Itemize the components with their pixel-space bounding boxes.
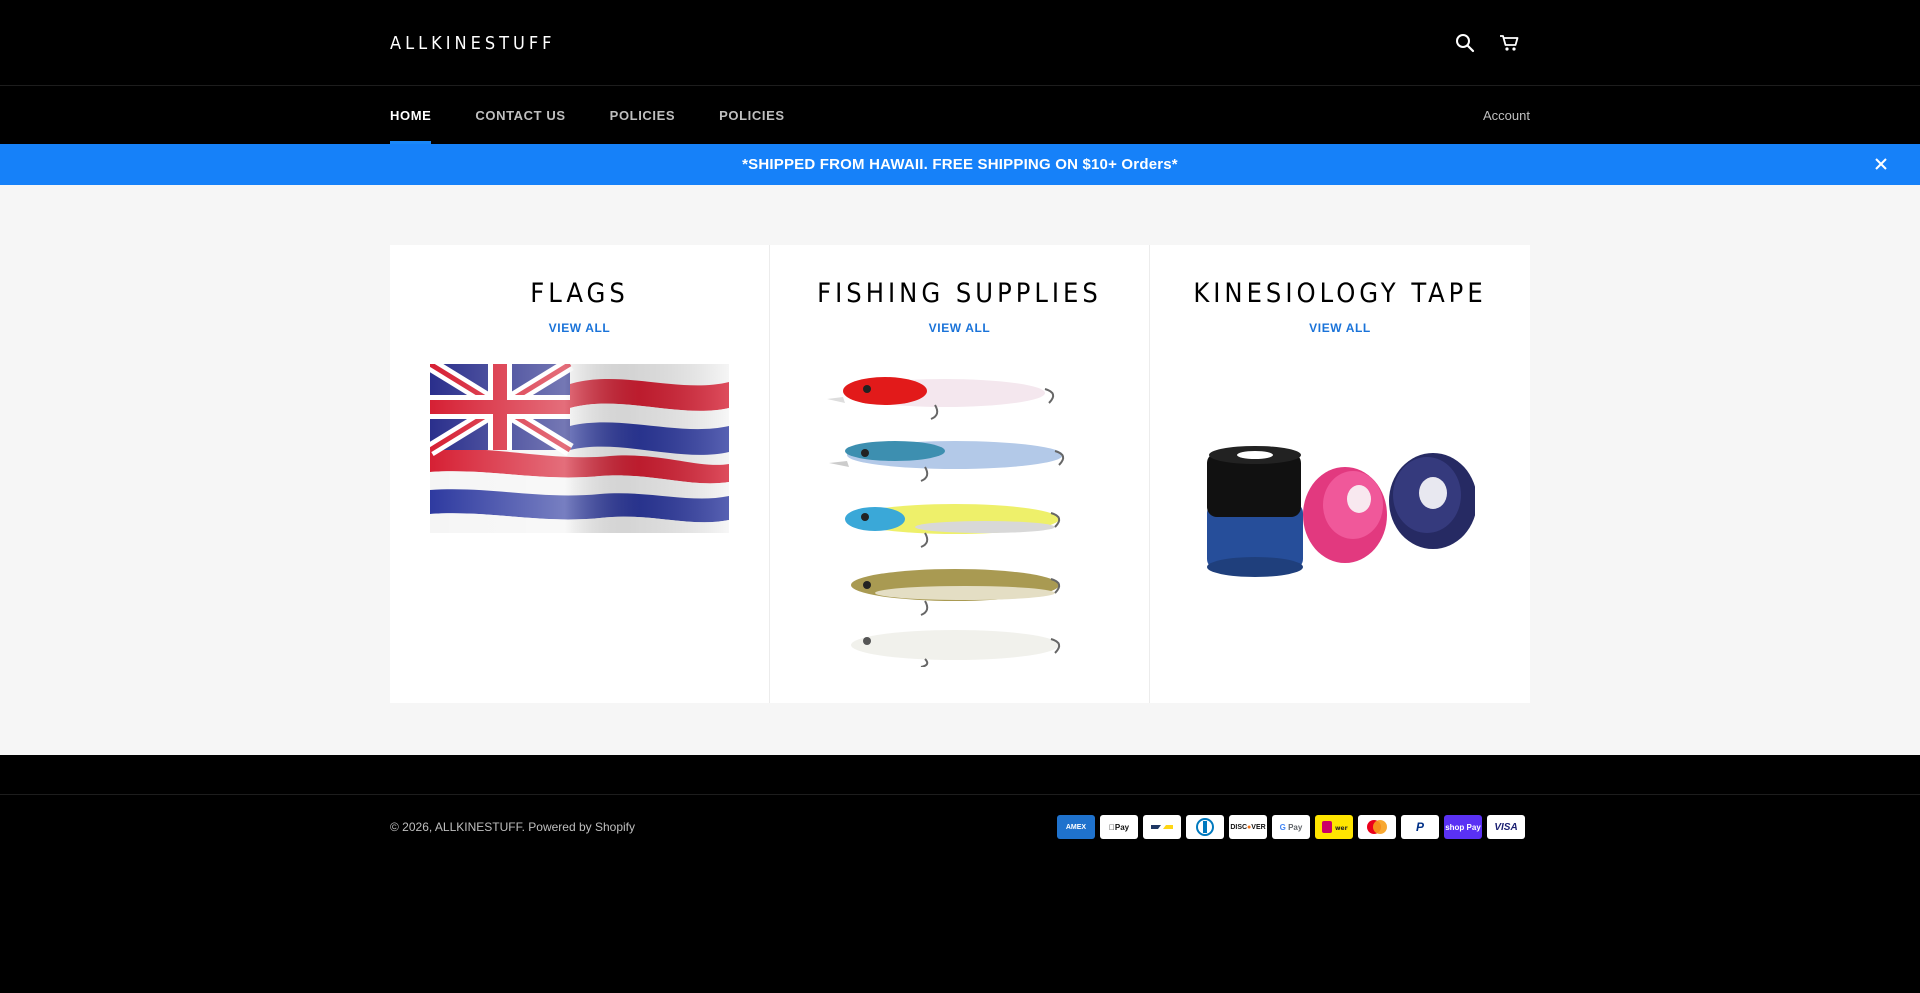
payment-icons: AMEX Pay DISC●VER G Pay wero P shop Pay… bbox=[1057, 815, 1525, 839]
fishing-lures-image bbox=[770, 367, 1149, 667]
announcement-text: *SHIPPED FROM HAWAII. FREE SHIPPING ON $… bbox=[742, 156, 1178, 173]
view-all-link[interactable]: VIEW ALL bbox=[390, 321, 769, 335]
diners-club-icon bbox=[1186, 815, 1224, 839]
nav-item-policies[interactable]: POLICIES bbox=[610, 86, 675, 144]
announcement-bar: *SHIPPED FROM HAWAII. FREE SHIPPING ON $… bbox=[0, 144, 1920, 185]
account-link[interactable]: Account bbox=[1483, 108, 1530, 123]
collection-title: FLAGS bbox=[530, 278, 629, 309]
hawaii-flag-image bbox=[390, 364, 769, 533]
bancontact-icon bbox=[1143, 815, 1181, 839]
main-content: FLAGS VIEW ALL FISHING SUPPLIES VIEW ALL… bbox=[0, 185, 1920, 755]
copyright: © 2026, ALLKINESTUFF. Powered by Shopify bbox=[390, 820, 635, 834]
amex-icon: AMEX bbox=[1057, 815, 1095, 839]
store-logo[interactable]: ALLKINESTUFF bbox=[390, 33, 556, 54]
visa-icon: VISA bbox=[1487, 815, 1525, 839]
collection-title: FISHING SUPPLIES bbox=[817, 278, 1102, 309]
collection-card-flags[interactable]: FLAGS VIEW ALL bbox=[390, 245, 770, 703]
nav-item-contact-us[interactable]: CONTACT US bbox=[475, 86, 565, 144]
mastercard-icon bbox=[1358, 815, 1396, 839]
collection-card-fishing-supplies[interactable]: FISHING SUPPLIES VIEW ALL bbox=[770, 245, 1150, 703]
close-icon[interactable] bbox=[1872, 155, 1890, 173]
search-icon[interactable] bbox=[1452, 30, 1478, 56]
paypal-icon: P bbox=[1401, 815, 1439, 839]
apple-pay-icon: Pay bbox=[1100, 815, 1138, 839]
site-footer: © 2026, ALLKINESTUFF. Powered by Shopify… bbox=[0, 755, 1920, 993]
collection-title: KINESIOLOGY TAPE bbox=[1193, 278, 1487, 309]
shop-pay-icon: shop Pay bbox=[1444, 815, 1482, 839]
cart-icon[interactable] bbox=[1496, 30, 1522, 56]
nav-item-home[interactable]: HOME bbox=[390, 86, 432, 144]
footer-divider bbox=[0, 755, 1920, 795]
shop-name-link[interactable]: ALLKINESTUFF bbox=[435, 820, 522, 834]
google-pay-icon: G Pay bbox=[1272, 815, 1310, 839]
nav-item-policies-2[interactable]: POLICIES bbox=[719, 86, 784, 144]
site-header: ALLKINESTUFF bbox=[0, 0, 1920, 86]
powered-by-link[interactable]: . Powered by Shopify bbox=[522, 820, 635, 834]
view-all-link[interactable]: VIEW ALL bbox=[770, 321, 1149, 335]
header-icons bbox=[1452, 30, 1522, 56]
discover-icon: DISC ● VER bbox=[1229, 815, 1267, 839]
ideal-wero-icon: wero bbox=[1315, 815, 1353, 839]
tape-rolls-image bbox=[1150, 445, 1530, 581]
collection-grid: FLAGS VIEW ALL FISHING SUPPLIES VIEW ALL… bbox=[390, 245, 1530, 703]
copyright-year: © 2026, bbox=[390, 820, 433, 834]
view-all-link[interactable]: VIEW ALL bbox=[1150, 321, 1530, 335]
collection-card-kinesiology-tape[interactable]: KINESIOLOGY TAPE VIEW ALL bbox=[1150, 245, 1530, 703]
nav-list: HOME CONTACT US POLICIES POLICIES bbox=[390, 86, 829, 144]
svg-text:wero: wero bbox=[1335, 825, 1348, 832]
main-navigation: HOME CONTACT US POLICIES POLICIES Accoun… bbox=[0, 86, 1920, 144]
